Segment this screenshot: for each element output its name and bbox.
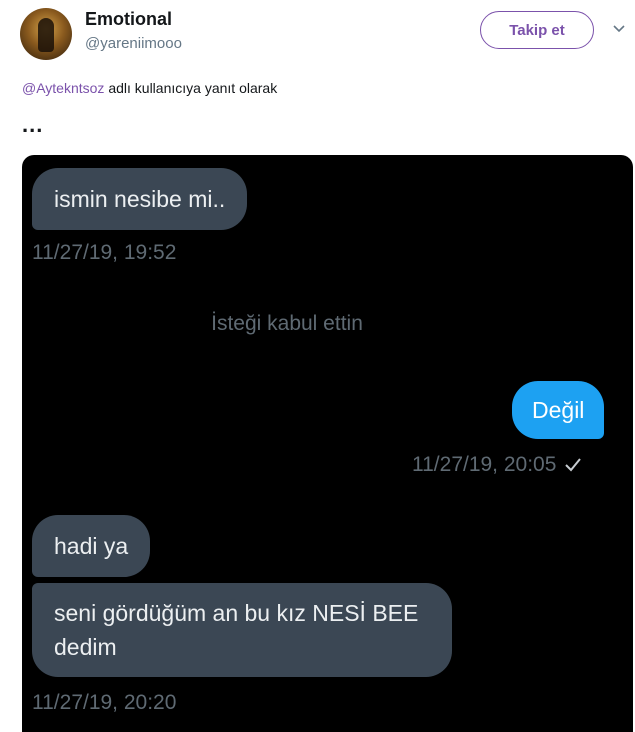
message-timestamp-row: 11/27/19, 20:05 — [412, 453, 582, 477]
avatar-figure — [38, 18, 54, 52]
avatar[interactable] — [20, 8, 72, 60]
received-message: hadi ya — [32, 515, 151, 577]
follow-button[interactable]: Takip et — [480, 11, 594, 49]
reply-context-text: adlı kullanıcıya yanıt olarak — [104, 80, 278, 96]
tweet-text: ... — [22, 112, 44, 137]
chat-screenshot: ismin nesibe mi.. 11/27/19, 19:52 İsteği… — [22, 155, 633, 732]
chevron-down-icon[interactable] — [612, 22, 626, 36]
received-message: seni gördüğüm an bu kız NESİ BEE dedim — [32, 583, 452, 677]
received-message: ismin nesibe mi.. — [32, 168, 248, 230]
system-message: İsteği kabul ettin — [211, 312, 363, 335]
reply-context: @Aytekntsoz adlı kullanıcıya yanıt olara… — [22, 80, 277, 96]
user-handle[interactable]: @yareniimooo — [85, 35, 182, 52]
message-timestamp: 11/27/19, 19:52 — [32, 241, 177, 264]
sent-message: Değil — [512, 381, 605, 439]
display-name[interactable]: Emotional — [85, 9, 172, 30]
message-timestamp: 11/27/19, 20:20 — [32, 691, 177, 714]
checkmark-icon — [565, 458, 582, 472]
message-timestamp: 11/27/19, 20:05 — [412, 453, 557, 476]
reply-mention-link[interactable]: @Aytekntsoz — [22, 80, 104, 96]
